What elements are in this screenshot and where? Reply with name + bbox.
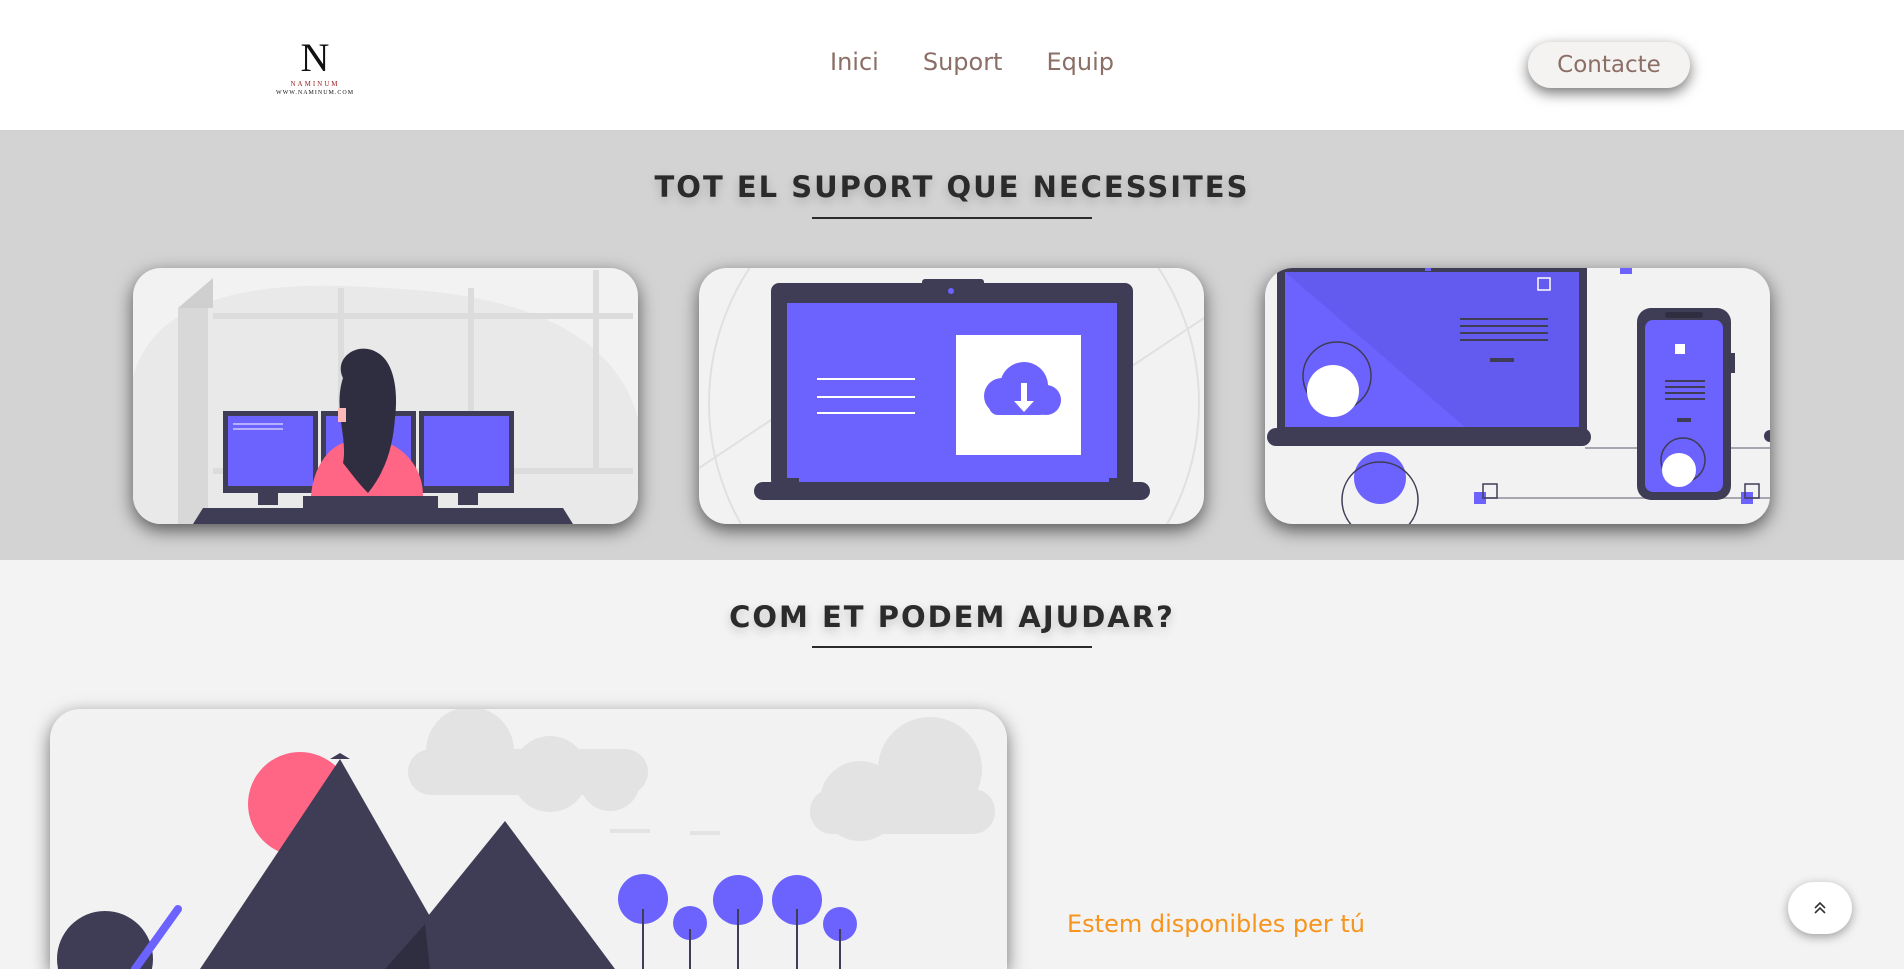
woman-at-monitors-illustration: [133, 270, 638, 524]
site-header: N NAMINUM WWW.NAMINUM.COM Inici Suport E…: [0, 0, 1904, 130]
support-card-3: [1265, 268, 1770, 524]
laptop-download-illustration: [699, 268, 1204, 524]
help-title-underline: [812, 646, 1092, 648]
logo[interactable]: N NAMINUM WWW.NAMINUM.COM: [270, 38, 360, 100]
logo-letter: N: [300, 35, 330, 80]
support-card-2: [699, 268, 1204, 524]
mountains-landscape-illustration: [57, 709, 995, 969]
help-card: [50, 709, 1007, 969]
support-title-underline: [812, 217, 1092, 219]
laptop-phone-illustration: [1267, 268, 1770, 524]
main-nav: Inici Suport Equip: [830, 48, 1114, 76]
nav-link-inici[interactable]: Inici: [830, 48, 879, 76]
logo-url: WWW.NAMINUM.COM: [275, 90, 355, 96]
nav-link-equip[interactable]: Equip: [1046, 48, 1114, 76]
support-section-title: TOT EL SUPORT QUE NECESSITES: [654, 170, 1250, 204]
logo-name: NAMINUM: [290, 80, 340, 88]
support-card-1: [133, 268, 638, 524]
availability-heading: Estem disponibles per tú: [1067, 910, 1365, 938]
nav-link-suport[interactable]: Suport: [923, 48, 1003, 76]
contact-button[interactable]: Contacte: [1528, 42, 1690, 88]
scroll-to-top-button[interactable]: [1788, 882, 1852, 934]
help-section-title: COM ET PODEM AJUDAR?: [729, 600, 1175, 634]
double-chevron-up-icon: [1814, 901, 1826, 914]
